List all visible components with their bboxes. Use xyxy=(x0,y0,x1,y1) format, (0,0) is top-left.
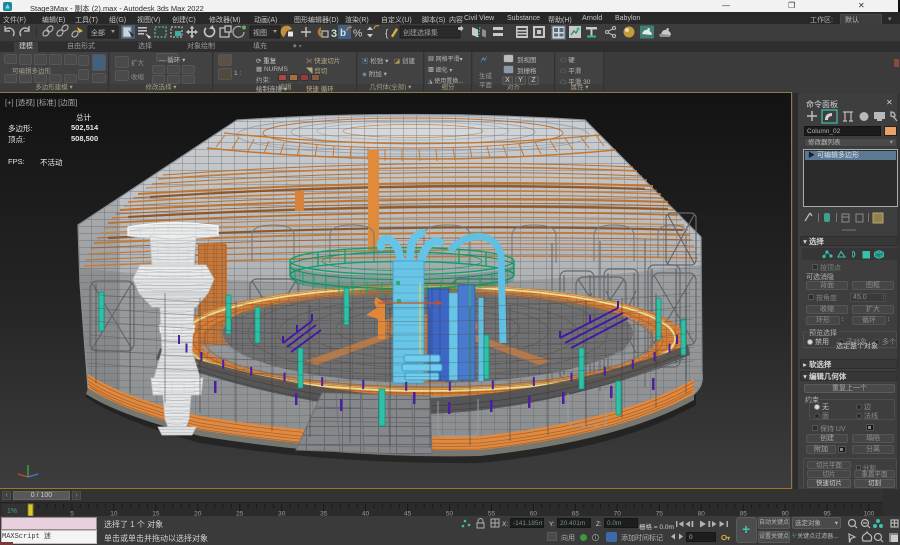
svg-text:{: { xyxy=(385,29,389,40)
svg-text:视图: 视图 xyxy=(253,28,267,37)
svg-text:创建选择集: 创建选择集 xyxy=(403,28,438,37)
svg-text:b: b xyxy=(340,28,346,39)
svg-text:3: 3 xyxy=(331,28,337,40)
svg-text:1%: 1% xyxy=(7,508,17,515)
svg-text:%: % xyxy=(353,28,362,40)
svg-text:全部: 全部 xyxy=(91,28,105,37)
